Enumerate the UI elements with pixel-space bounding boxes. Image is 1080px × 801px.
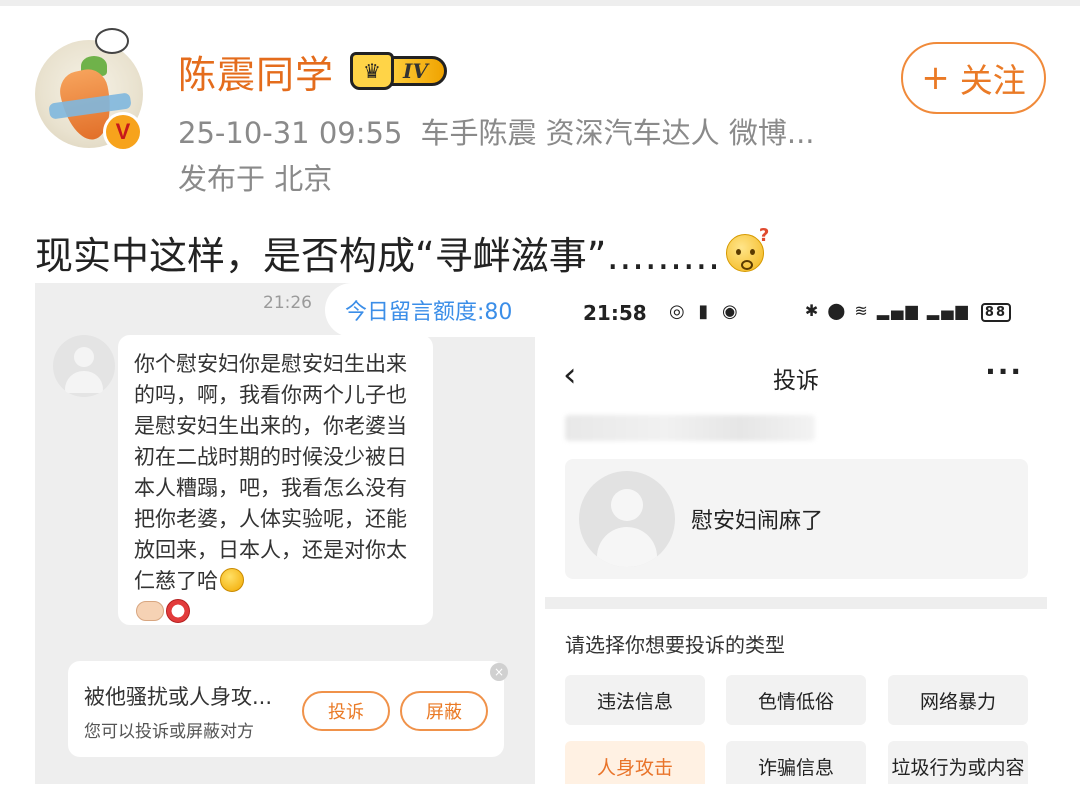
follow-button[interactable]: + 关注 [901,42,1046,114]
plus-icon: + [921,58,950,98]
message-bubble: 你个慰安妇你是慰安妇生出来的吗，啊，我看你两个儿子也是慰安妇生出来的，你老婆当初… [118,335,433,625]
post-location: 发布于 北京 [178,162,333,196]
battery-icon: 88 [980,303,1011,322]
signal-icon-2: ▂▄▆ [926,301,970,320]
pointing-hand-emoji-icon [136,601,164,621]
category-personal-attack[interactable]: 人身攻击 [565,741,705,784]
status-right-icons: ✱ ⬤ ≋ ▂▄▆ ▂▄▆ 88 [805,301,1011,322]
status-left-icons: ◎ ▮ ◉ [631,301,742,322]
blurred-text [565,415,815,441]
sender-avatar [53,335,115,397]
app-status-icon: ◎ ▮ ◉ [669,301,742,322]
harassment-prompt: × 被他骚扰或人身攻... 您可以投诉或屏蔽对方 投诉 屏蔽 [68,661,508,757]
level-label: IV [386,56,447,86]
message-time: 21:26 [263,293,312,313]
category-vulgar[interactable]: 色情低俗 [726,675,866,725]
post-meta: 25-10-31 09:55 车手陈震 资深汽车达人 微博... [178,110,815,152]
bluetooth-icon: ✱ [804,301,821,320]
harassment-subtitle: 您可以投诉或屏蔽对方 [84,722,254,742]
page-title: 投诉 [773,368,819,394]
message-body: 你个慰安妇你是慰安妇生出来的吗，啊，我看你两个儿子也是慰安妇生出来的，你老婆当初… [134,352,407,593]
screenshot-right[interactable]: 21:58 ◎ ▮ ◉ ✱ ⬤ ≋ ▂▄▆ ▂▄▆ 88 ‹ 投诉 ··· 慰安… [545,283,1047,784]
post-timestamp: 25-10-31 09:55 [178,116,403,150]
post-source[interactable]: 车手陈震 资深汽车达人 微博... [420,116,814,150]
follow-label: 关注 [959,61,1026,100]
category-spam[interactable]: 垃圾行为或内容 [888,741,1028,784]
category-cyberbullying[interactable]: 网络暴力 [888,675,1028,725]
username[interactable]: 陈震同学 [178,44,334,99]
quota-badge: 今日留言额度:80 [325,283,535,337]
block-button[interactable]: 屏蔽 [400,691,488,731]
post-text-content: 现实中这样，是否构成“寻衅滋事”……… [35,234,721,278]
target-avatar [579,471,675,567]
close-icon[interactable]: × [490,663,508,681]
level-badge[interactable]: ♛ IV [350,52,447,90]
signal-icon: ▂▄▆ [876,301,920,320]
report-target-card: 慰安妇闹麻了 [565,459,1028,579]
message-text: 你个慰安妇你是慰安妇生出来的吗，啊，我看你两个儿子也是慰安妇生出来的，你老婆当初… [134,349,419,597]
harassment-title: 被他骚扰或人身攻... [84,685,273,709]
more-icon[interactable]: ··· [985,355,1023,388]
wifi-icon: ≋ [854,301,870,320]
section-divider [545,597,1047,609]
location-icon: ⬤ [827,301,848,320]
choose-type-label: 请选择你想要投诉的类型 [565,633,785,657]
clown-emoji-icon [166,599,190,623]
verified-badge-label: V [106,115,140,149]
rofl-emoji-icon [220,568,244,592]
category-fraud[interactable]: 诈骗信息 [726,741,866,784]
report-button[interactable]: 投诉 [302,691,390,731]
post-text: 现实中这样，是否构成“寻衅滋事”……… ? [35,225,769,280]
bunny-icon [95,28,129,54]
target-text: 慰安妇闹麻了 [691,509,824,534]
category-illegal[interactable]: 违法信息 [565,675,705,725]
top-divider [0,0,1080,6]
screenshot-left[interactable]: 21:26 今日留言额度:80 你个慰安妇你是慰安妇生出来的吗，啊，我看你两个儿… [35,283,535,784]
crown-icon: ♛ [350,52,394,90]
verified-badge-icon: V [103,112,143,152]
thinking-face-icon: ? [726,225,769,272]
